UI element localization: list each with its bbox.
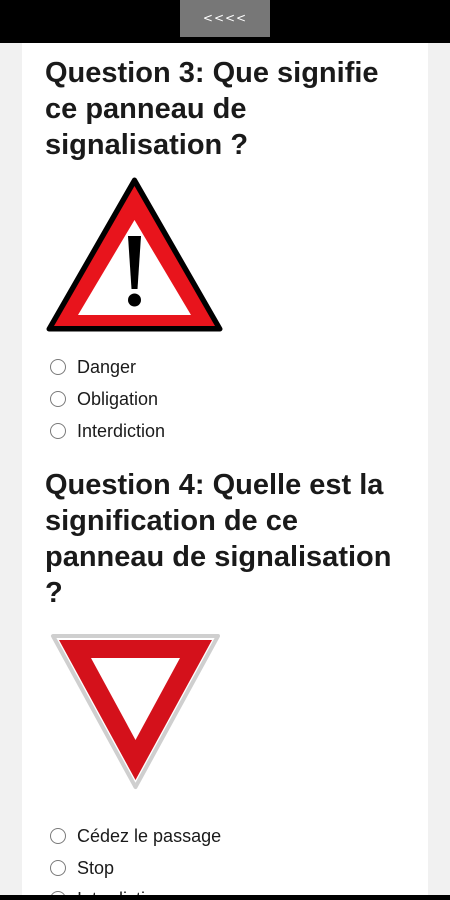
yield-inverted-triangle-icon bbox=[51, 634, 220, 789]
radio-button[interactable] bbox=[50, 828, 66, 844]
radio-button[interactable] bbox=[50, 391, 66, 407]
app-screen: <<<< Question 3: Que signifie ce panneau… bbox=[0, 0, 450, 900]
q4-option-cedez-le-passage[interactable]: Cédez le passage bbox=[50, 823, 221, 849]
option-label: Cédez le passage bbox=[77, 825, 222, 846]
radio-button[interactable] bbox=[50, 860, 66, 876]
q3-option-danger[interactable]: Danger bbox=[50, 354, 136, 380]
question-4-title: Question 4: Quelle est la signification … bbox=[45, 469, 392, 609]
radio-button[interactable] bbox=[50, 359, 66, 375]
option-label: Danger bbox=[77, 356, 137, 377]
top-bar: <<<< bbox=[0, 0, 450, 43]
q3-option-obligation[interactable]: Obligation bbox=[50, 386, 158, 412]
q4-option-stop[interactable]: Stop bbox=[50, 855, 114, 881]
q3-option-interdiction[interactable]: Interdiction bbox=[50, 418, 165, 444]
option-label: Stop bbox=[77, 857, 115, 878]
question-3-title: Question 3: Que signifie ce panneau de s… bbox=[45, 57, 379, 161]
option-label: Obligation bbox=[77, 388, 159, 409]
bottom-edge bbox=[0, 895, 450, 900]
back-button[interactable]: <<<< bbox=[180, 0, 270, 37]
danger-warning-triangle-icon bbox=[46, 177, 223, 332]
radio-button[interactable] bbox=[50, 423, 66, 439]
quiz-content[interactable]: Question 3: Que signifie ce panneau de s… bbox=[22, 43, 428, 900]
option-label: Interdiction bbox=[77, 420, 166, 441]
